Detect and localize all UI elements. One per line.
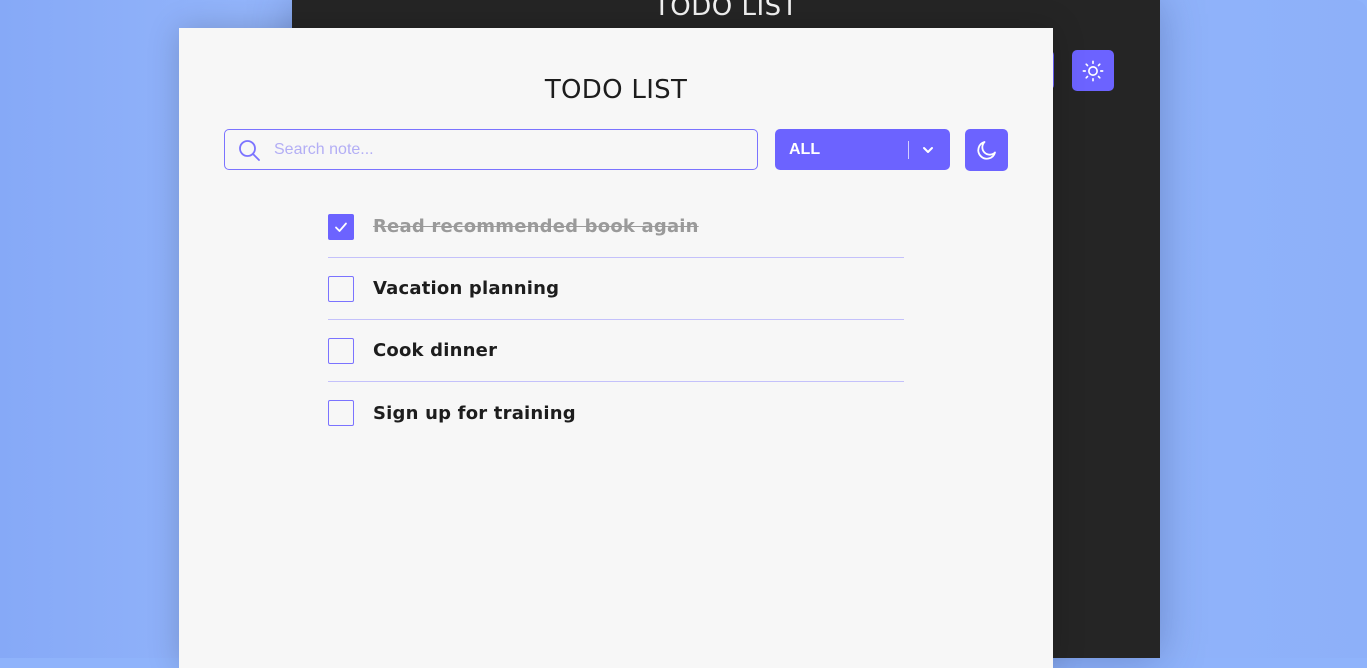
dark-theme-toggle-button[interactable] bbox=[1072, 50, 1114, 91]
todo-item: Vacation planning bbox=[328, 258, 904, 320]
todo-item: Read recommended book again bbox=[328, 196, 904, 258]
todo-label: Vacation planning bbox=[373, 278, 560, 299]
todo-list: Read recommended book again Vacation pla… bbox=[328, 196, 904, 444]
sun-icon bbox=[1082, 60, 1104, 82]
filter-selected-value: ALL bbox=[789, 140, 821, 158]
todo-label: Cook dinner bbox=[373, 340, 498, 361]
theme-toggle-button[interactable] bbox=[965, 129, 1008, 171]
todo-item: Sign up for training bbox=[328, 382, 904, 444]
todo-label: Sign up for training bbox=[373, 402, 576, 424]
todo-app-panel: TODO LIST ALL bbox=[179, 28, 1053, 668]
filter-dropdown[interactable]: ALL bbox=[775, 129, 950, 170]
todo-item: Cook dinner bbox=[328, 320, 904, 382]
moon-icon bbox=[975, 138, 999, 162]
todo-checkbox[interactable] bbox=[328, 400, 354, 426]
search-icon bbox=[237, 138, 261, 162]
dark-preview-title: TODO LIST bbox=[653, 0, 799, 22]
todo-checkbox[interactable] bbox=[328, 337, 354, 364]
todo-checkbox[interactable] bbox=[328, 275, 354, 302]
search-box[interactable] bbox=[224, 129, 758, 170]
chevron-down-icon[interactable] bbox=[909, 143, 947, 157]
page-title: TODO LIST bbox=[544, 75, 688, 105]
todo-label: Read recommended book again bbox=[373, 216, 699, 237]
search-input[interactable] bbox=[272, 139, 736, 160]
todo-checkbox[interactable] bbox=[328, 213, 354, 240]
